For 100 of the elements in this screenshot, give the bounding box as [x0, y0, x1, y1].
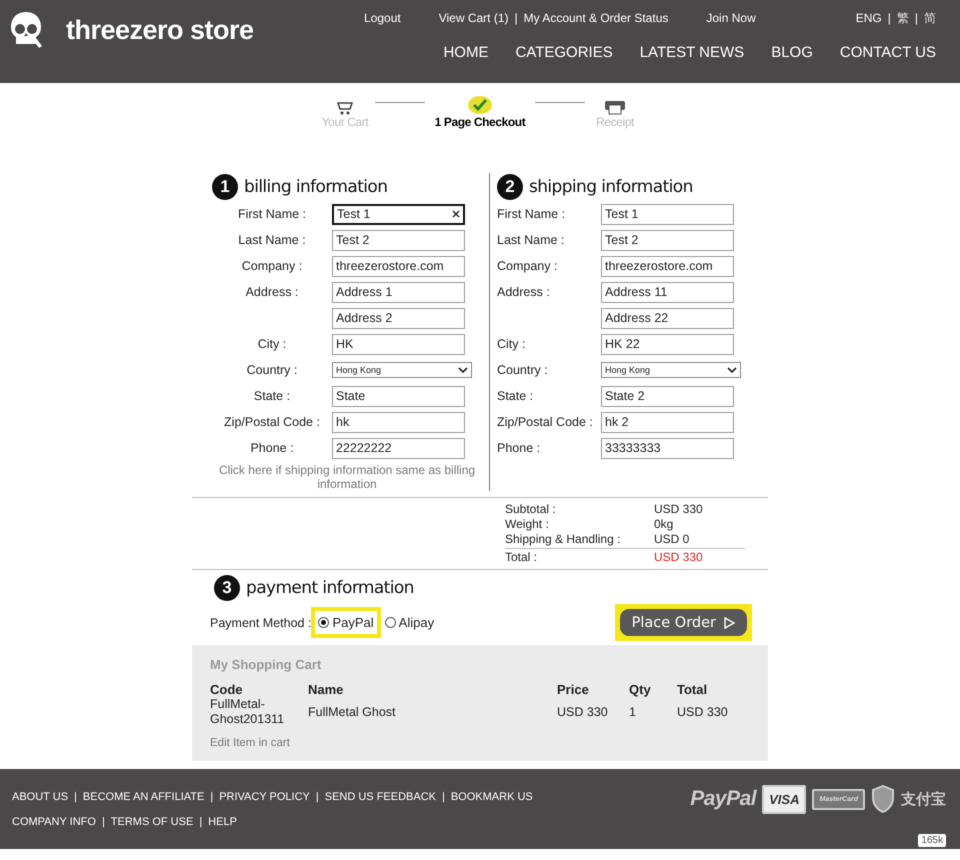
input-field[interactable]: threezerostore.com — [601, 256, 734, 276]
column-header: Code — [210, 682, 244, 697]
input-field[interactable]: 22222222 — [332, 438, 465, 458]
field-label: Phone : — [250, 441, 294, 455]
edit-cart-link[interactable]: Edit Item in cart — [210, 737, 290, 749]
column-header: Qty — [629, 682, 652, 697]
language-link[interactable]: 繁 — [896, 10, 909, 26]
column-header: Price — [557, 682, 590, 697]
summary-label: Weight : — [505, 517, 550, 532]
footer-link[interactable]: BECOME AN AFFILIATE — [82, 791, 204, 803]
field-label: City : — [497, 337, 526, 351]
separator: | — [914, 11, 918, 25]
alipay-logo: 支付宝 — [901, 790, 946, 808]
payment-option[interactable]: PayPal — [311, 607, 381, 638]
summary-label: Subtotal : — [505, 502, 557, 517]
summary-value: USD 330 — [654, 502, 703, 517]
header-link[interactable]: View Cart (1) — [438, 11, 509, 25]
header-link[interactable]: Logout — [364, 11, 401, 25]
footer-link[interactable]: SEND US FEEDBACK — [324, 791, 436, 803]
separator: | — [102, 816, 105, 828]
input-field[interactable]: hk 2 — [601, 412, 734, 432]
footer-link[interactable]: ABOUT US — [12, 791, 68, 803]
input-field[interactable]: State 2 — [601, 386, 734, 406]
close-icon[interactable] — [452, 210, 460, 218]
summary-value: 0kg — [654, 517, 674, 532]
input-field[interactable]: Address 11 — [601, 282, 734, 302]
input-field[interactable]: Test 1 — [601, 204, 734, 224]
footer-link[interactable]: COMPANY INFO — [12, 816, 96, 828]
payment-option[interactable]: Alipay — [380, 610, 438, 635]
footer-link[interactable]: TERMS OF USE — [110, 816, 194, 828]
section-title: shipping information — [529, 177, 693, 197]
chevron-down-icon — [458, 366, 468, 374]
header-link[interactable]: Join Now — [706, 11, 756, 25]
footer-link[interactable]: BOOKMARK US — [450, 791, 533, 803]
separator: | — [199, 816, 202, 828]
input-field[interactable]: HK — [332, 334, 465, 354]
column-header: Total — [677, 682, 708, 697]
nav-link[interactable]: CATEGORIES — [515, 44, 613, 61]
column-header: Name — [308, 682, 344, 697]
footer-link[interactable]: PRIVACY POLICY — [219, 791, 310, 803]
country-select[interactable]: Hong Kong — [332, 362, 472, 378]
visa-logo: VISA — [762, 784, 806, 814]
input-field[interactable]: HK 22 — [601, 334, 734, 354]
section-title: billing information — [244, 177, 388, 197]
chevron-down-icon — [727, 366, 737, 374]
field-label: First Name : — [238, 207, 306, 221]
country-select[interactable]: Hong Kong — [601, 362, 741, 378]
language-link[interactable]: 简 — [924, 10, 936, 26]
input-field[interactable]: State — [332, 386, 465, 406]
field-label: Company : — [497, 259, 558, 273]
input-field[interactable]: Test 2 — [332, 230, 465, 250]
separator: | — [210, 791, 214, 803]
summary-value: USD 330 — [654, 550, 703, 565]
play-icon — [724, 616, 735, 628]
language-link[interactable]: ENG — [856, 11, 882, 25]
radio-button[interactable] — [384, 617, 396, 628]
field-label: Company : — [242, 259, 302, 273]
same-address-link[interactable]: Click here if shipping information same as billing information — [212, 463, 482, 491]
place-order-button[interactable]: Place Order — [620, 609, 747, 636]
field-label: Zip/Postal Code : — [497, 415, 593, 429]
header-link[interactable]: My Account & Order Status — [524, 11, 668, 25]
nav-link[interactable]: BLOG — [771, 44, 813, 61]
field-label: Last Name : — [238, 233, 306, 247]
input-field[interactable]: Address 22 — [601, 308, 734, 328]
field-label: Phone : — [497, 441, 540, 455]
nav-link[interactable]: HOME — [443, 44, 488, 61]
cart-icon — [337, 101, 353, 115]
separator: | — [74, 791, 77, 803]
footer-link[interactable]: HELP — [208, 816, 237, 828]
field-label: State : — [497, 389, 534, 403]
field-label: State : — [254, 389, 290, 403]
section-title: payment information — [246, 578, 414, 598]
nav-link[interactable]: CONTACT US — [840, 44, 936, 61]
radio-button[interactable] — [318, 617, 330, 628]
input-field[interactable]: Address 1 — [332, 282, 465, 302]
like-count: 165k — [918, 834, 946, 847]
input-field[interactable]: 33333333 — [601, 438, 734, 458]
store-logo-text[interactable]: threezero store — [66, 14, 254, 46]
checkout-step: 1 Page Checkout — [434, 115, 526, 129]
table-cell-text: FullMetal-Ghost201311 — [210, 697, 286, 727]
input-field[interactable]: Address 2 — [332, 308, 465, 328]
separator: | — [888, 11, 891, 25]
table-cell-text: USD 330 — [557, 704, 609, 720]
table-cell-text: 1 — [629, 704, 637, 720]
cart-title: My Shopping Cart — [210, 657, 322, 672]
input-field[interactable]: hk — [332, 412, 465, 432]
nav-link[interactable]: LATEST NEWS — [640, 44, 744, 61]
field-label: Address : — [246, 285, 298, 299]
checkout-step: Your Cart — [322, 115, 368, 129]
field-label: Country : — [497, 363, 548, 377]
step-number: 1 — [212, 174, 238, 200]
input-field[interactable]: threezerostore.com — [332, 256, 465, 276]
separator: | — [316, 791, 319, 803]
input-field[interactable]: Test 1 — [332, 204, 465, 224]
summary-value: USD 0 — [654, 532, 690, 547]
separator: | — [514, 11, 518, 25]
table-cell-text: FullMetal Ghost — [308, 704, 397, 720]
input-field[interactable]: Test 2 — [601, 230, 734, 250]
field-label: Address : — [497, 285, 550, 299]
printer-icon — [604, 99, 626, 115]
